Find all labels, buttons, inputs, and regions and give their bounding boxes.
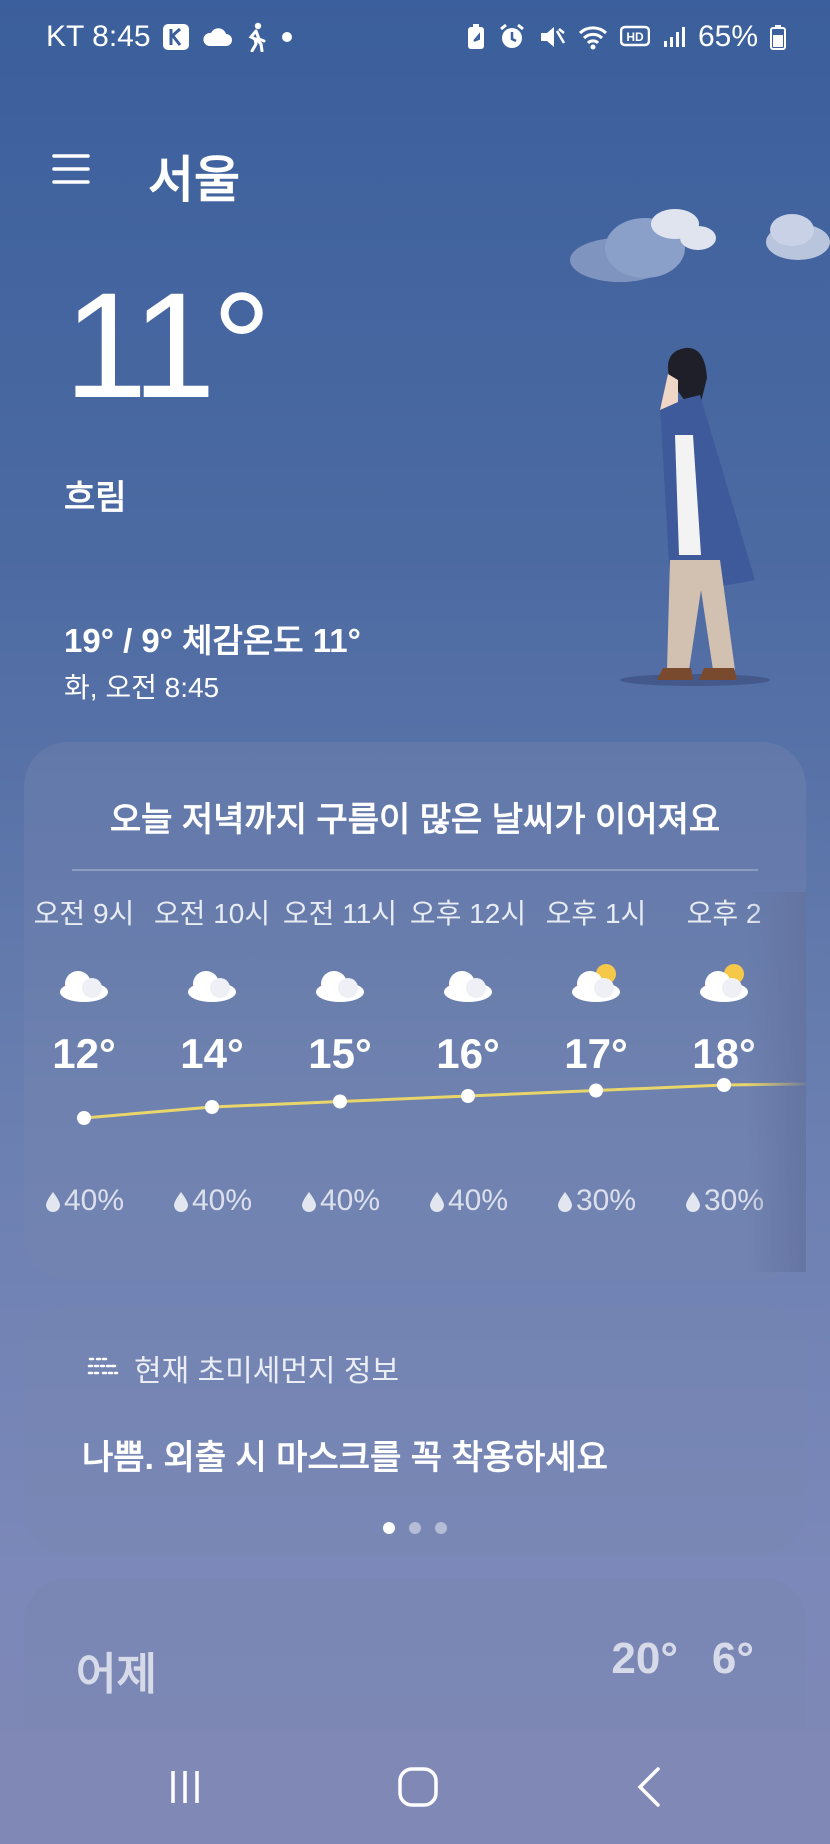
hour-time: 오후 1시 [545, 898, 647, 929]
page-dot-active [383, 1522, 395, 1534]
alarm-icon [498, 23, 526, 51]
page-dot [435, 1522, 447, 1534]
hour-item: 오전 10시 14° [148, 892, 276, 1078]
yesterday-card[interactable]: 어제 20° 6° [24, 1578, 806, 1728]
last-updated-datetime: 화, 오전 8:45 [64, 672, 220, 703]
hourly-forecast-list[interactable]: 오전 9시 12° 40% 오전 10시 14° 40% 오전 11시 15° 40% 오후 12… [24, 892, 806, 1272]
yesterday-low: 6° [711, 1634, 754, 1683]
battery-percent: 65% [697, 20, 758, 53]
temperature-point [77, 1111, 91, 1125]
hour-precipitation: 30% [532, 1184, 660, 1218]
precip-value: 40% [63, 1184, 125, 1217]
cloud-icon [184, 962, 240, 1002]
hour-temperature: 12° [52, 1030, 116, 1077]
back-button[interactable] [620, 1762, 680, 1812]
hi-lo-feels-like: 19° / 9° 체감온도 11° [64, 622, 361, 659]
precip-value: 40% [191, 1184, 253, 1217]
precip-value: 40% [319, 1184, 381, 1217]
fine-dust-icon [87, 1357, 119, 1375]
menu-button[interactable] [52, 150, 92, 190]
cloud-illustration-icon [570, 209, 830, 282]
signal-icon [662, 25, 686, 49]
hour-time: 오전 11시 [282, 898, 398, 929]
home-icon [398, 1767, 438, 1807]
raindrop-icon [173, 1192, 188, 1212]
status-bar: KT 8:45 HD 65% [0, 0, 830, 80]
battery-icon [770, 24, 786, 50]
hour-item: 오후 12시 16° [404, 892, 532, 1078]
hour-precipitation: 40% [24, 1184, 148, 1218]
raindrop-icon [557, 1192, 572, 1212]
dust-title: 현재 초미세먼지 정보 [134, 1355, 400, 1388]
temperature-point [205, 1100, 219, 1114]
raindrop-icon [45, 1192, 60, 1212]
dust-title-row: 현재 초미세먼지 정보 [86, 1346, 399, 1390]
current-temperature: 11° [64, 261, 272, 429]
hour-time: 오전 10시 [153, 898, 271, 929]
status-right: HD 65% [466, 20, 786, 54]
hour-time: 오후 12시 [409, 898, 527, 929]
hour-precipitation: 40% [148, 1184, 276, 1218]
temperature-point [461, 1089, 475, 1103]
current-condition: 흐림 [64, 479, 127, 517]
forecast-summary: 오늘 저녁까지 구름이 많은 날씨가 이어져요 [109, 801, 721, 839]
raindrop-icon [301, 1192, 316, 1212]
hour-temperature: 15° [308, 1030, 372, 1077]
hamburger-menu-icon [52, 154, 90, 184]
walking-icon [243, 22, 269, 52]
carrier-time: KT 8:45 [46, 20, 151, 53]
hour-precipitation: 40% [404, 1184, 532, 1218]
status-left: KT 8:45 [46, 20, 295, 54]
fine-dust-card[interactable]: 현재 초미세먼지 정보 나쁨. 외출 시 마스크를 꼭 착용하세요 [24, 1306, 806, 1554]
hour-temperature: 16° [436, 1030, 500, 1077]
raindrop-icon [685, 1192, 700, 1212]
navigation-bar [0, 1730, 830, 1844]
page-indicator [24, 1522, 806, 1534]
hour-precipitation: 40% [276, 1184, 404, 1218]
temperature-point [589, 1083, 603, 1098]
partly-sunny-icon [696, 962, 752, 1002]
yesterday-temps: 20° 6° [611, 1634, 754, 1684]
temperature-point [717, 1078, 731, 1092]
more-notifications-dot-icon [279, 29, 295, 45]
scroll-fade [746, 892, 806, 1272]
hourly-forecast-card[interactable]: 오늘 저녁까지 구름이 많은 날씨가 이어져요 오전 9시 12° 40% 오전 10… [24, 742, 806, 1280]
hour-item: 오전 11시 15° [276, 892, 404, 1078]
person-illustration [620, 347, 770, 686]
cloud-icon [56, 962, 112, 1002]
cloud-status-icon [201, 26, 233, 48]
svg-text:HD: HD [626, 30, 644, 44]
yesterday-label: 어제 [76, 1650, 157, 1699]
hour-time: 오전 9시 [33, 898, 135, 929]
hd-voice-icon: HD [619, 25, 650, 49]
cloud-icon [312, 962, 368, 1002]
partly-sunny-icon [568, 962, 624, 1002]
yesterday-high: 20° [611, 1634, 678, 1683]
divider [72, 869, 758, 871]
battery-saver-icon [466, 23, 486, 51]
page-dot [409, 1522, 421, 1534]
hour-item: 오전 9시 12° [24, 892, 148, 1078]
recent-apps-button[interactable] [155, 1762, 215, 1812]
wifi-icon [578, 24, 608, 50]
temperature-line [83, 1082, 806, 1120]
raindrop-icon [429, 1192, 444, 1212]
temperature-point [333, 1094, 347, 1109]
hour-temperature: 17° [564, 1030, 628, 1077]
home-button[interactable] [388, 1762, 448, 1812]
city-name[interactable]: 서울 [148, 140, 240, 212]
cloud-icon [440, 962, 496, 1002]
weather-illustration [570, 209, 830, 686]
hour-item: 오후 1시 17° [532, 892, 660, 1078]
app-notification-icon [161, 22, 191, 52]
hour-temperature: 14° [180, 1030, 244, 1077]
mute-icon [538, 23, 566, 51]
precip-value: 40% [447, 1184, 509, 1217]
dust-message: 나쁨. 외출 시 마스크를 꼭 착용하세요 [82, 1439, 608, 1477]
recent-apps-icon [171, 1771, 199, 1803]
precip-value: 30% [575, 1184, 637, 1217]
back-icon [637, 1767, 660, 1807]
